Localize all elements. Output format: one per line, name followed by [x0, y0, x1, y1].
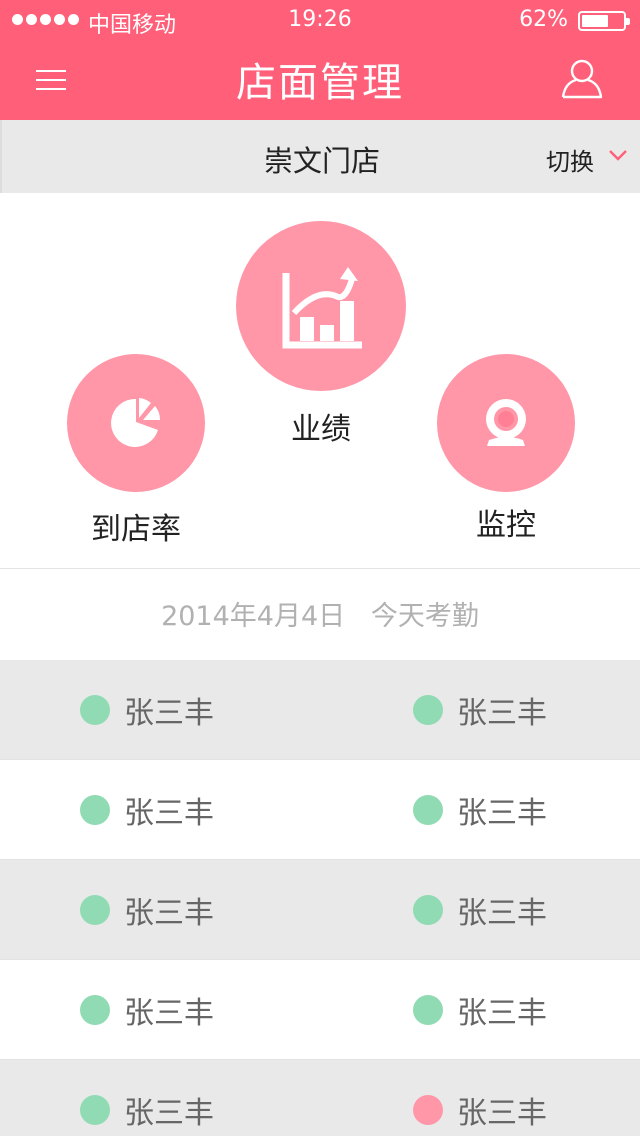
- status-dot: [80, 695, 110, 725]
- employee-name: 张三丰: [457, 996, 547, 1031]
- top-bar: 中国移动 19:26 62% 店面管理: [0, 0, 640, 120]
- attendance-row: 张三丰 张三丰: [0, 660, 640, 760]
- webcam-icon: [486, 399, 526, 446]
- status-dot: [80, 895, 110, 925]
- employee-name: 张三丰: [124, 1096, 214, 1131]
- attendance-entry[interactable]: 张三丰: [413, 960, 547, 1060]
- employee-name: 张三丰: [457, 896, 547, 931]
- chevron-down-icon: [609, 150, 627, 161]
- attendance-row: 张三丰 张三丰: [0, 760, 640, 860]
- visit-rate-circle: [67, 354, 205, 492]
- employee-name: 张三丰: [457, 796, 547, 831]
- employee-name: 张三丰: [124, 996, 214, 1031]
- employee-name: 张三丰: [457, 696, 547, 731]
- attendance-row: 张三丰 张三丰: [0, 860, 640, 960]
- attendance-entry[interactable]: 张三丰: [413, 660, 547, 760]
- employee-name: 张三丰: [124, 696, 214, 731]
- employee-name: 张三丰: [457, 1096, 547, 1131]
- employee-name: 张三丰: [124, 796, 214, 831]
- attendance-row: 张三丰 张三丰: [0, 1060, 640, 1136]
- attendance-date: 2014年4月4日: [161, 601, 346, 632]
- status-dot: [413, 995, 443, 1025]
- attendance-entry[interactable]: 张三丰: [80, 960, 214, 1060]
- attendance-entry[interactable]: 张三丰: [80, 760, 214, 860]
- page-title: 店面管理: [236, 60, 404, 106]
- performance-circle: [236, 221, 406, 391]
- attendance-row: 张三丰 张三丰: [0, 960, 640, 1060]
- attendance-entry[interactable]: 张三丰: [80, 860, 214, 960]
- attendance-entry[interactable]: 张三丰: [80, 1060, 214, 1136]
- employee-name: 张三丰: [124, 896, 214, 931]
- pie-chart-icon: [111, 398, 161, 447]
- attendance-entry[interactable]: 张三丰: [413, 1060, 547, 1136]
- attendance-entry[interactable]: 张三丰: [413, 860, 547, 960]
- attendance-list: 张三丰 张三丰 张三丰 张三丰 张三丰 张三丰 张三丰 张三丰 张三丰 张三丰: [0, 660, 640, 1136]
- status-dot: [413, 695, 443, 725]
- attendance-entry[interactable]: 张三丰: [80, 660, 214, 760]
- store-selector-bar: 崇文门店 切换: [0, 120, 640, 193]
- growth-chart-icon: [282, 267, 362, 349]
- status-dot: [413, 795, 443, 825]
- visit-rate-button[interactable]: 到店率: [67, 354, 205, 547]
- status-dot: [80, 995, 110, 1025]
- user-profile-icon[interactable]: [560, 56, 604, 100]
- attendance-entry[interactable]: 张三丰: [413, 760, 547, 860]
- battery-percentage: 62%: [519, 7, 568, 32]
- monitor-label: 监控: [476, 508, 536, 543]
- status-bar: 中国移动 19:26 62%: [0, 0, 640, 40]
- monitor-circle: [437, 354, 575, 492]
- store-name: 崇文门店: [263, 144, 380, 178]
- status-dot: [413, 1095, 443, 1125]
- visit-rate-label: 到店率: [91, 512, 181, 547]
- attendance-header: 2014年4月4日 今天考勤: [0, 594, 640, 633]
- section-divider: [0, 568, 640, 569]
- status-dot: [413, 895, 443, 925]
- performance-label: 业绩: [291, 412, 351, 447]
- switch-store-button[interactable]: 切换: [546, 138, 628, 178]
- switch-store-label: 切换: [546, 148, 594, 176]
- performance-button[interactable]: 业绩: [236, 221, 406, 447]
- monitor-button[interactable]: 监控: [437, 354, 575, 544]
- status-dot: [80, 795, 110, 825]
- battery-icon: [578, 11, 630, 31]
- status-dot: [80, 1095, 110, 1125]
- attendance-title: 今天考勤: [370, 601, 479, 632]
